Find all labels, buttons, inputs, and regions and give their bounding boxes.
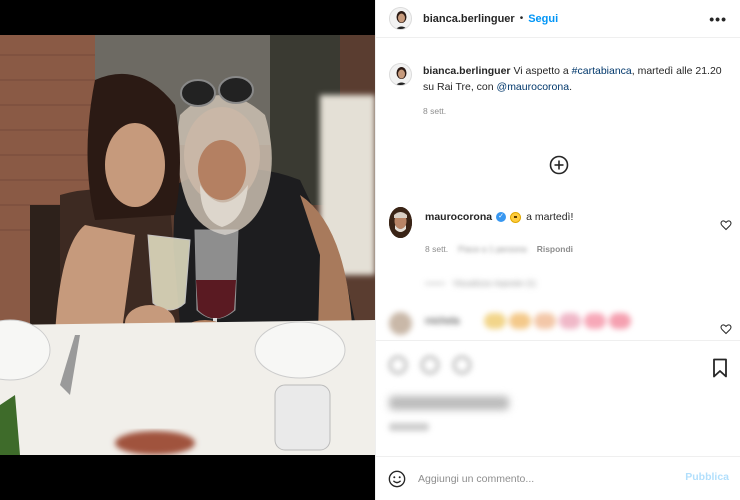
blurred-comment-item: michela [389, 310, 734, 336]
comment-likes[interactable]: Piace a 1 persona [458, 244, 527, 254]
like-comment-heart-icon[interactable] [720, 323, 732, 335]
header-separator: • [519, 13, 524, 24]
post-caption: bianca.berlinguer Vi aspetto a #cartabia… [389, 63, 729, 116]
view-replies-label: Visualizza risposte (1) [453, 278, 536, 288]
emoji-picker-icon[interactable] [388, 470, 406, 488]
post-actions [376, 340, 740, 458]
author-avatar-image [390, 8, 411, 29]
verified-badge-icon: ✓ [496, 212, 507, 222]
add-comment-input[interactable] [418, 472, 668, 485]
bookmark-icon[interactable] [712, 358, 728, 378]
caption-author-avatar-image [390, 64, 411, 85]
post-photo-pane [0, 0, 375, 500]
caption-text-part: Vi aspetto a [510, 65, 572, 77]
load-more-comments-icon[interactable] [549, 155, 569, 175]
comment-text: a martedì! [526, 211, 574, 223]
caption-text-end: . [569, 81, 572, 93]
blurred-commenter-avatar[interactable] [389, 312, 412, 335]
like-comment-heart-icon[interactable] [720, 219, 732, 231]
commenter-avatar[interactable] [389, 207, 412, 238]
mention-link[interactable]: @maurocorona [497, 81, 570, 93]
author-username[interactable]: bianca.berlinguer [423, 13, 515, 25]
smiling-emoji-icon [510, 211, 522, 223]
comment-body: maurocorona ✓ a martedì! [425, 211, 573, 223]
reply-button[interactable]: Rispondi [537, 244, 573, 254]
comment-timestamp[interactable]: 8 sett. [425, 244, 448, 254]
commenter-avatar-image [389, 207, 412, 238]
caption-timestamp[interactable]: 8 sett. [423, 106, 729, 116]
more-options-icon[interactable]: ••• [709, 11, 727, 27]
thread-line [425, 282, 445, 284]
caption-username[interactable]: bianca.berlinguer [423, 65, 511, 77]
blurred-commenter-username[interactable]: michela [425, 316, 459, 327]
blurred-action-icons [389, 356, 471, 374]
comment-composer: Pubblica [376, 456, 740, 500]
blurred-likes-count[interactable] [389, 396, 509, 410]
commenter-username[interactable]: maurocorona [425, 211, 492, 223]
blurred-post-date [389, 423, 429, 431]
post-photo[interactable] [0, 35, 375, 455]
view-replies-toggle[interactable]: Visualizza risposte (1) [425, 278, 536, 288]
post-side-panel: bianca.berlinguer • Segui ••• bianca.ber… [375, 0, 740, 500]
follow-button[interactable]: Segui [528, 13, 558, 25]
post-header: bianca.berlinguer • Segui ••• [376, 0, 740, 38]
caption-text: bianca.berlinguer Vi aspetto a #cartabia… [423, 63, 729, 95]
comment-meta: 8 sett. Piace a 1 persona Rispondi [425, 244, 573, 254]
post-photo-illustration [0, 35, 375, 455]
author-avatar[interactable] [389, 7, 412, 30]
hashtag-link[interactable]: #cartabianca [572, 65, 632, 77]
publish-button[interactable]: Pubblica [685, 471, 729, 483]
blurred-comment-content [484, 313, 631, 329]
caption-author-avatar[interactable] [389, 63, 412, 86]
